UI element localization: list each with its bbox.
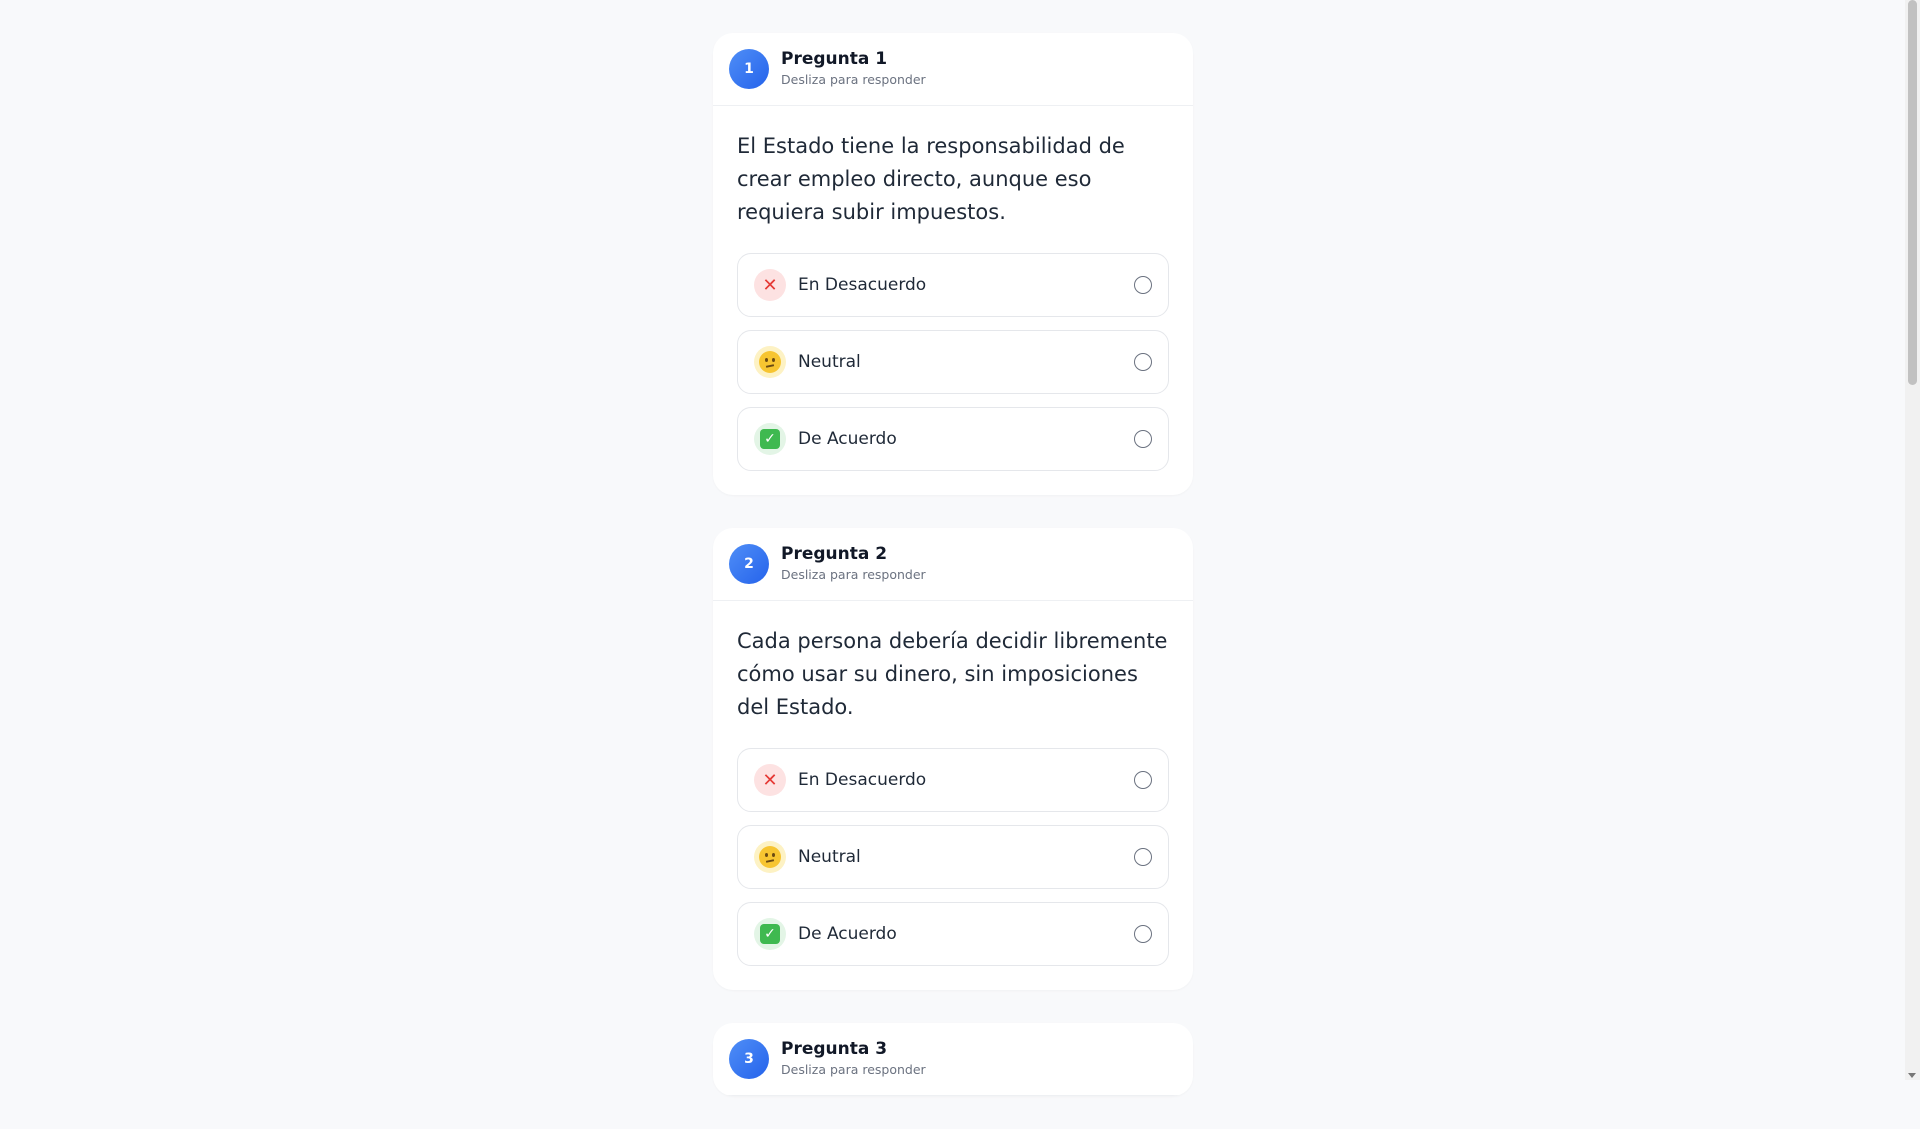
radio-button[interactable] [1134, 353, 1152, 371]
cross-mark-icon: ✕ [754, 269, 786, 301]
option-neutral[interactable]: Neutral [737, 825, 1169, 889]
scrollbar-thumb[interactable] [1908, 0, 1917, 385]
option-label: En Desacuerdo [798, 770, 927, 790]
question-title: Pregunta 3 [781, 1039, 888, 1059]
question-statement: El Estado tiene la responsabilidad de cr… [737, 134, 1125, 224]
question-number-badge: 1 [729, 49, 769, 89]
radio-button[interactable] [1134, 771, 1152, 789]
page-scrollbar[interactable] [1905, 0, 1920, 1080]
option-label: Neutral [798, 352, 861, 372]
check-mark-icon: ✓ [754, 423, 786, 455]
radio-button[interactable] [1134, 276, 1152, 294]
question-card: 3 Pregunta 3 Desliza para responder [713, 1023, 1193, 1096]
thinking-face-icon [754, 841, 786, 873]
option-label: Neutral [798, 847, 861, 867]
question-card: 1 Pregunta 1 Desliza para responder El E… [713, 33, 1193, 495]
question-number-badge: 3 [729, 1039, 769, 1079]
option-disagree[interactable]: ✕ En Desacuerdo [737, 253, 1169, 317]
question-subtitle: Desliza para responder [781, 1062, 926, 1077]
question-subtitle: Desliza para responder [781, 567, 926, 582]
option-agree[interactable]: ✓ De Acuerdo [737, 407, 1169, 471]
check-mark-icon: ✓ [754, 918, 786, 950]
option-label: De Acuerdo [798, 429, 897, 449]
question-subtitle: Desliza para responder [781, 72, 926, 87]
question-statement: Cada persona debería decidir libremente … [737, 629, 1168, 719]
question-card: 2 Pregunta 2 Desliza para responder Cada… [713, 528, 1193, 990]
question-header: 1 Pregunta 1 Desliza para responder [713, 33, 1193, 106]
option-label: En Desacuerdo [798, 275, 927, 295]
cross-mark-icon: ✕ [754, 764, 786, 796]
radio-button[interactable] [1134, 430, 1152, 448]
question-number-badge: 2 [729, 544, 769, 584]
option-disagree[interactable]: ✕ En Desacuerdo [737, 748, 1169, 812]
question-header: 3 Pregunta 3 Desliza para responder [713, 1023, 1193, 1096]
radio-button[interactable] [1134, 848, 1152, 866]
questions-feed: 1 Pregunta 1 Desliza para responder El E… [713, 33, 1193, 1129]
question-header: 2 Pregunta 2 Desliza para responder [713, 528, 1193, 601]
option-label: De Acuerdo [798, 924, 897, 944]
thinking-face-icon [754, 346, 786, 378]
scroll-down-arrow-icon[interactable] [1908, 1073, 1916, 1078]
option-neutral[interactable]: Neutral [737, 330, 1169, 394]
radio-button[interactable] [1134, 925, 1152, 943]
question-title: Pregunta 1 [781, 49, 888, 69]
question-title: Pregunta 2 [781, 544, 888, 564]
option-agree[interactable]: ✓ De Acuerdo [737, 902, 1169, 966]
